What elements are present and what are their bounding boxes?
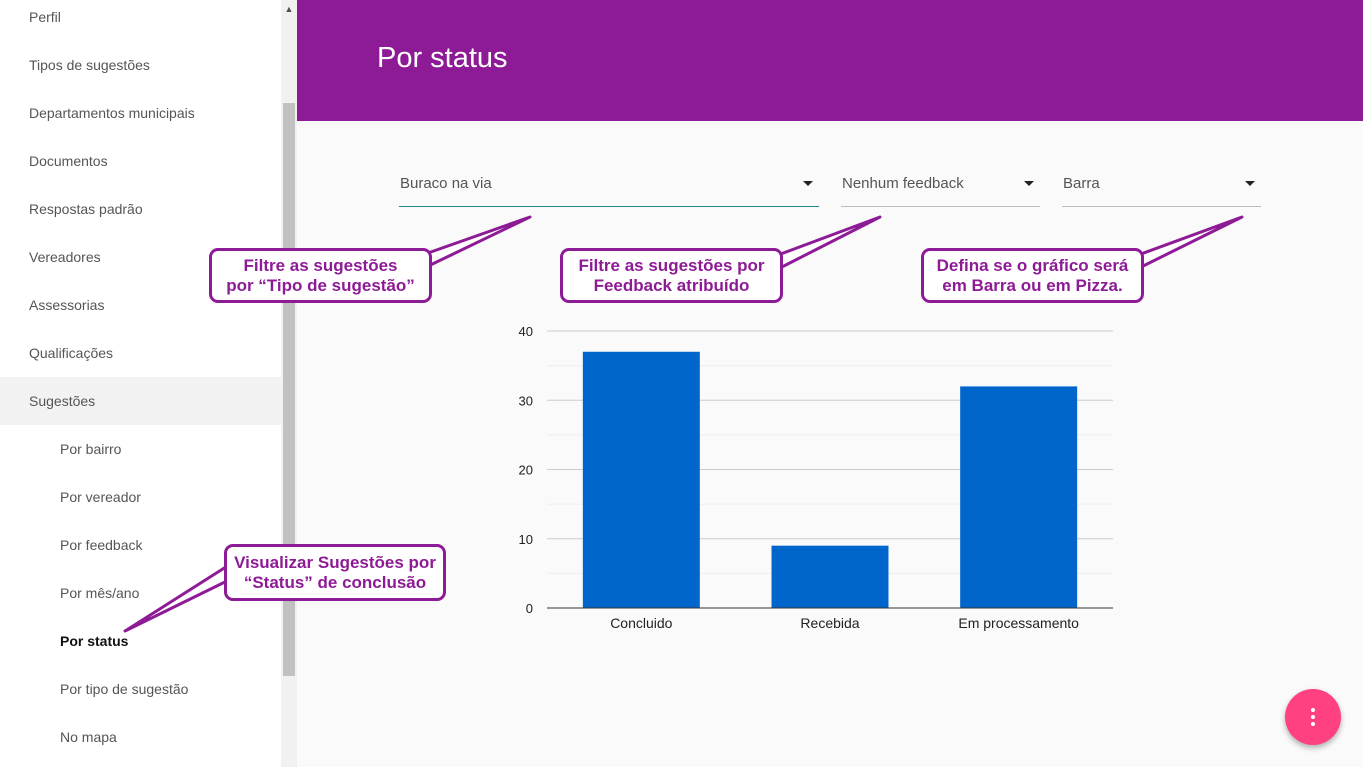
callout-line: Feedback atribuído xyxy=(593,275,750,295)
callout-line: Filtre as sugestões por xyxy=(578,255,765,275)
callout-pointer xyxy=(1135,215,1244,271)
callout-type-filter: Filtre as sugestões por “Tipo de sugestã… xyxy=(209,248,432,303)
callout-line: “Status” de conclusão xyxy=(243,572,427,592)
callout-pointer xyxy=(772,215,882,273)
callout-feedback-filter: Filtre as sugestões por Feedback atribuí… xyxy=(560,248,783,303)
callout-line: em Barra ou em Pizza. xyxy=(942,275,1123,295)
callout-pointer xyxy=(123,563,231,633)
callout-pointer xyxy=(418,215,532,272)
callout-chart-type: Defina se o gráfico será em Barra ou em … xyxy=(921,248,1144,303)
callout-pointers xyxy=(123,215,1244,633)
callout-line: Filtre as sugestões xyxy=(243,255,398,275)
callout-line: Visualizar Sugestões por xyxy=(234,552,436,572)
callout-line: por “Tipo de sugestão” xyxy=(226,275,415,295)
callout-line: Defina se o gráfico será xyxy=(936,255,1129,275)
callout-status-view: Visualizar Sugestões por “Status” de con… xyxy=(224,544,446,601)
